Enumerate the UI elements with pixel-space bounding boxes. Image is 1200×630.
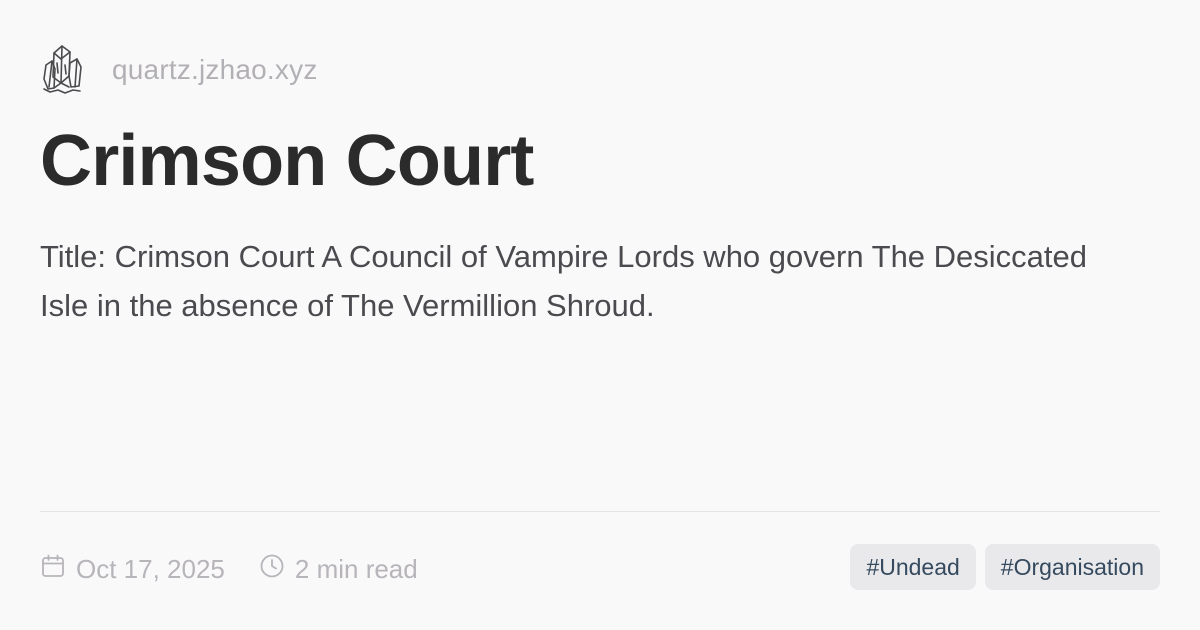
tag-list: #Undead #Organisation — [850, 544, 1160, 590]
calendar-icon — [40, 553, 76, 586]
site-header: quartz.jzhao.xyz — [40, 40, 318, 100]
clock-icon — [259, 553, 295, 586]
divider — [40, 511, 1160, 512]
tag-organisation[interactable]: #Organisation — [984, 544, 1160, 590]
page-meta: Oct 17, 2025 2 min read — [40, 548, 452, 590]
tag-undead[interactable]: #Undead — [850, 544, 976, 590]
reading-time-meta: 2 min read — [259, 553, 418, 586]
page-title: Crimson Court — [40, 121, 534, 201]
page-description: Title: Crimson Court A Council of Vampir… — [40, 239, 1088, 323]
date-meta: Oct 17, 2025 — [40, 553, 225, 586]
publish-date: Oct 17, 2025 — [76, 553, 225, 584]
social-preview-card: quartz.jzhao.xyz Crimson Court Title: Cr… — [40, 0, 1160, 630]
site-name[interactable]: quartz.jzhao.xyz — [112, 54, 318, 86]
reading-time: 2 min read — [294, 553, 418, 584]
crystal-icon — [40, 40, 96, 100]
